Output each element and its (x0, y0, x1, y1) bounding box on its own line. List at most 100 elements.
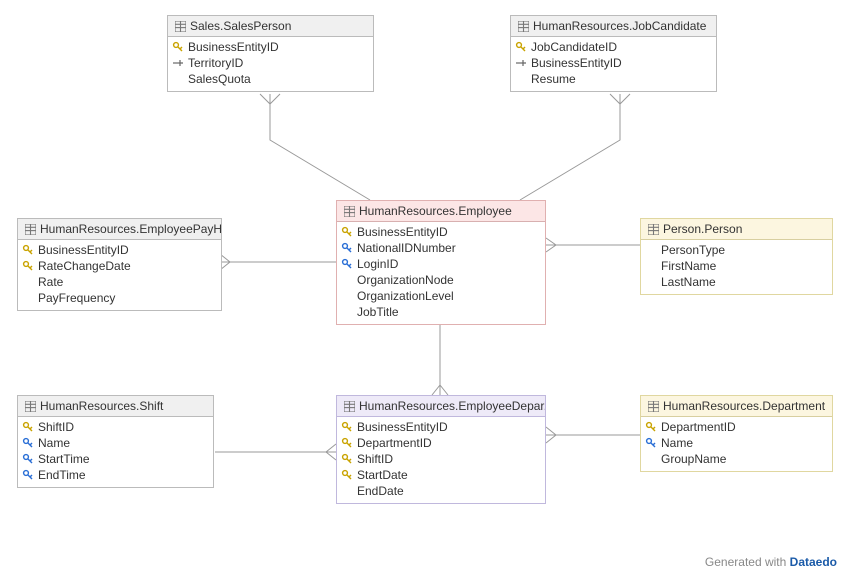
column-name: TerritoryID (188, 56, 243, 70)
column-name: Name (38, 436, 70, 450)
column-row[interactable]: FirstName (641, 258, 832, 274)
table-columns: PersonType FirstName LastName (641, 240, 832, 294)
table-title: HumanResources.Employee (359, 204, 512, 218)
column-row[interactable]: Name (18, 435, 213, 451)
blank-icon (172, 73, 184, 85)
column-row[interactable]: JobCandidateID (511, 39, 716, 55)
column-name: BusinessEntityID (357, 225, 448, 239)
column-row[interactable]: DepartmentID (641, 419, 832, 435)
column-row[interactable]: NationalIDNumber (337, 240, 545, 256)
table-columns: BusinessEntityID DepartmentID ShiftID Start… (337, 417, 545, 503)
table-columns: JobCandidateID BusinessEntityID Resume (511, 37, 716, 91)
column-name: Name (661, 436, 693, 450)
column-row[interactable]: BusinessEntityID (168, 39, 373, 55)
column-row[interactable]: StartTime (18, 451, 213, 467)
foreign-key-icon (515, 57, 527, 69)
blank-icon (645, 276, 657, 288)
blank-icon (22, 292, 34, 304)
table-columns: BusinessEntityID TerritoryIDSalesQuota (168, 37, 373, 91)
column-name: BusinessEntityID (38, 243, 129, 257)
table-hr-employee[interactable]: HumanResources.Employee BusinessEntityID… (336, 200, 546, 325)
column-row[interactable]: DepartmentID (337, 435, 545, 451)
table-hr-department[interactable]: HumanResources.Department DepartmentID Na… (640, 395, 833, 472)
column-row[interactable]: Resume (511, 71, 716, 87)
column-row[interactable]: BusinessEntityID (337, 419, 545, 435)
column-row[interactable]: TerritoryID (168, 55, 373, 71)
column-row[interactable]: LastName (641, 274, 832, 290)
column-name: BusinessEntityID (531, 56, 622, 70)
table-title: HumanResources.EmployeeDepar... (359, 399, 545, 413)
column-name: Rate (38, 275, 63, 289)
table-icon (24, 400, 36, 412)
column-name: BusinessEntityID (357, 420, 448, 434)
column-row[interactable]: ShiftID (18, 419, 213, 435)
footer-text: Generated with (705, 555, 786, 569)
blank-icon (645, 260, 657, 272)
column-row[interactable]: EndTime (18, 467, 213, 483)
table-header: HumanResources.EmployeeDepar... (337, 396, 545, 417)
primary-key-icon (341, 437, 353, 449)
blank-icon (645, 244, 657, 256)
column-name: ShiftID (38, 420, 74, 434)
column-row[interactable]: LoginID (337, 256, 545, 272)
table-hr-shift[interactable]: HumanResources.Shift ShiftID Name StartTim… (17, 395, 214, 488)
column-row[interactable]: Rate (18, 274, 221, 290)
blank-icon (341, 274, 353, 286)
column-row[interactable]: EndDate (337, 483, 545, 499)
primary-key-icon (172, 41, 184, 53)
column-row[interactable]: ShiftID (337, 451, 545, 467)
primary-key-icon (645, 421, 657, 433)
column-name: JobCandidateID (531, 40, 617, 54)
column-name: GroupName (661, 452, 726, 466)
column-name: StartTime (38, 452, 90, 466)
blank-icon (341, 290, 353, 302)
primary-key-icon (341, 421, 353, 433)
column-row[interactable]: RateChangeDate (18, 258, 221, 274)
table-icon (24, 223, 36, 235)
primary-key-icon (341, 453, 353, 465)
foreign-key-icon (172, 57, 184, 69)
table-header: HumanResources.Employee (337, 201, 545, 222)
column-row[interactable]: OrganizationNode (337, 272, 545, 288)
column-row[interactable]: PersonType (641, 242, 832, 258)
table-header: HumanResources.Shift (18, 396, 213, 417)
column-name: LastName (661, 275, 716, 289)
table-person-person[interactable]: Person.Person PersonType FirstName LastNam… (640, 218, 833, 295)
table-title: HumanResources.Shift (40, 399, 163, 413)
column-name: PersonType (661, 243, 725, 257)
column-name: StartDate (357, 468, 408, 482)
column-row[interactable]: PayFrequency (18, 290, 221, 306)
table-icon (174, 20, 186, 32)
footer-generated: Generated with Dataedo (705, 555, 837, 569)
blank-icon (341, 306, 353, 318)
table-title: Person.Person (663, 222, 742, 236)
column-name: Resume (531, 72, 576, 86)
table-hr-employeedepartmenthistory[interactable]: HumanResources.EmployeeDepar... Business… (336, 395, 546, 504)
column-row[interactable]: BusinessEntityID (337, 224, 545, 240)
column-row[interactable]: BusinessEntityID (18, 242, 221, 258)
table-hr-jobcandidate[interactable]: HumanResources.JobCandidate JobCandidate… (510, 15, 717, 92)
column-row[interactable]: BusinessEntityID (511, 55, 716, 71)
column-name: OrganizationNode (357, 273, 454, 287)
primary-key-icon (515, 41, 527, 53)
table-title: Sales.SalesPerson (190, 19, 291, 33)
blank-icon (22, 276, 34, 288)
table-title: HumanResources.Department (663, 399, 825, 413)
column-row[interactable]: GroupName (641, 451, 832, 467)
table-icon (647, 400, 659, 412)
table-header: HumanResources.JobCandidate (511, 16, 716, 37)
column-row[interactable]: SalesQuota (168, 71, 373, 87)
table-sales-salesperson[interactable]: Sales.SalesPerson BusinessEntityID Territ… (167, 15, 374, 92)
column-row[interactable]: StartDate (337, 467, 545, 483)
column-row[interactable]: JobTitle (337, 304, 545, 320)
column-row[interactable]: OrganizationLevel (337, 288, 545, 304)
column-name: DepartmentID (661, 420, 736, 434)
table-title: HumanResources.EmployeePayHi... (40, 222, 221, 236)
column-name: FirstName (661, 259, 716, 273)
table-hr-employeepayhistory[interactable]: HumanResources.EmployeePayHi... Business… (17, 218, 222, 311)
column-name: ShiftID (357, 452, 393, 466)
column-row[interactable]: Name (641, 435, 832, 451)
unique-key-icon (341, 242, 353, 254)
column-name: BusinessEntityID (188, 40, 279, 54)
column-name: DepartmentID (357, 436, 432, 450)
